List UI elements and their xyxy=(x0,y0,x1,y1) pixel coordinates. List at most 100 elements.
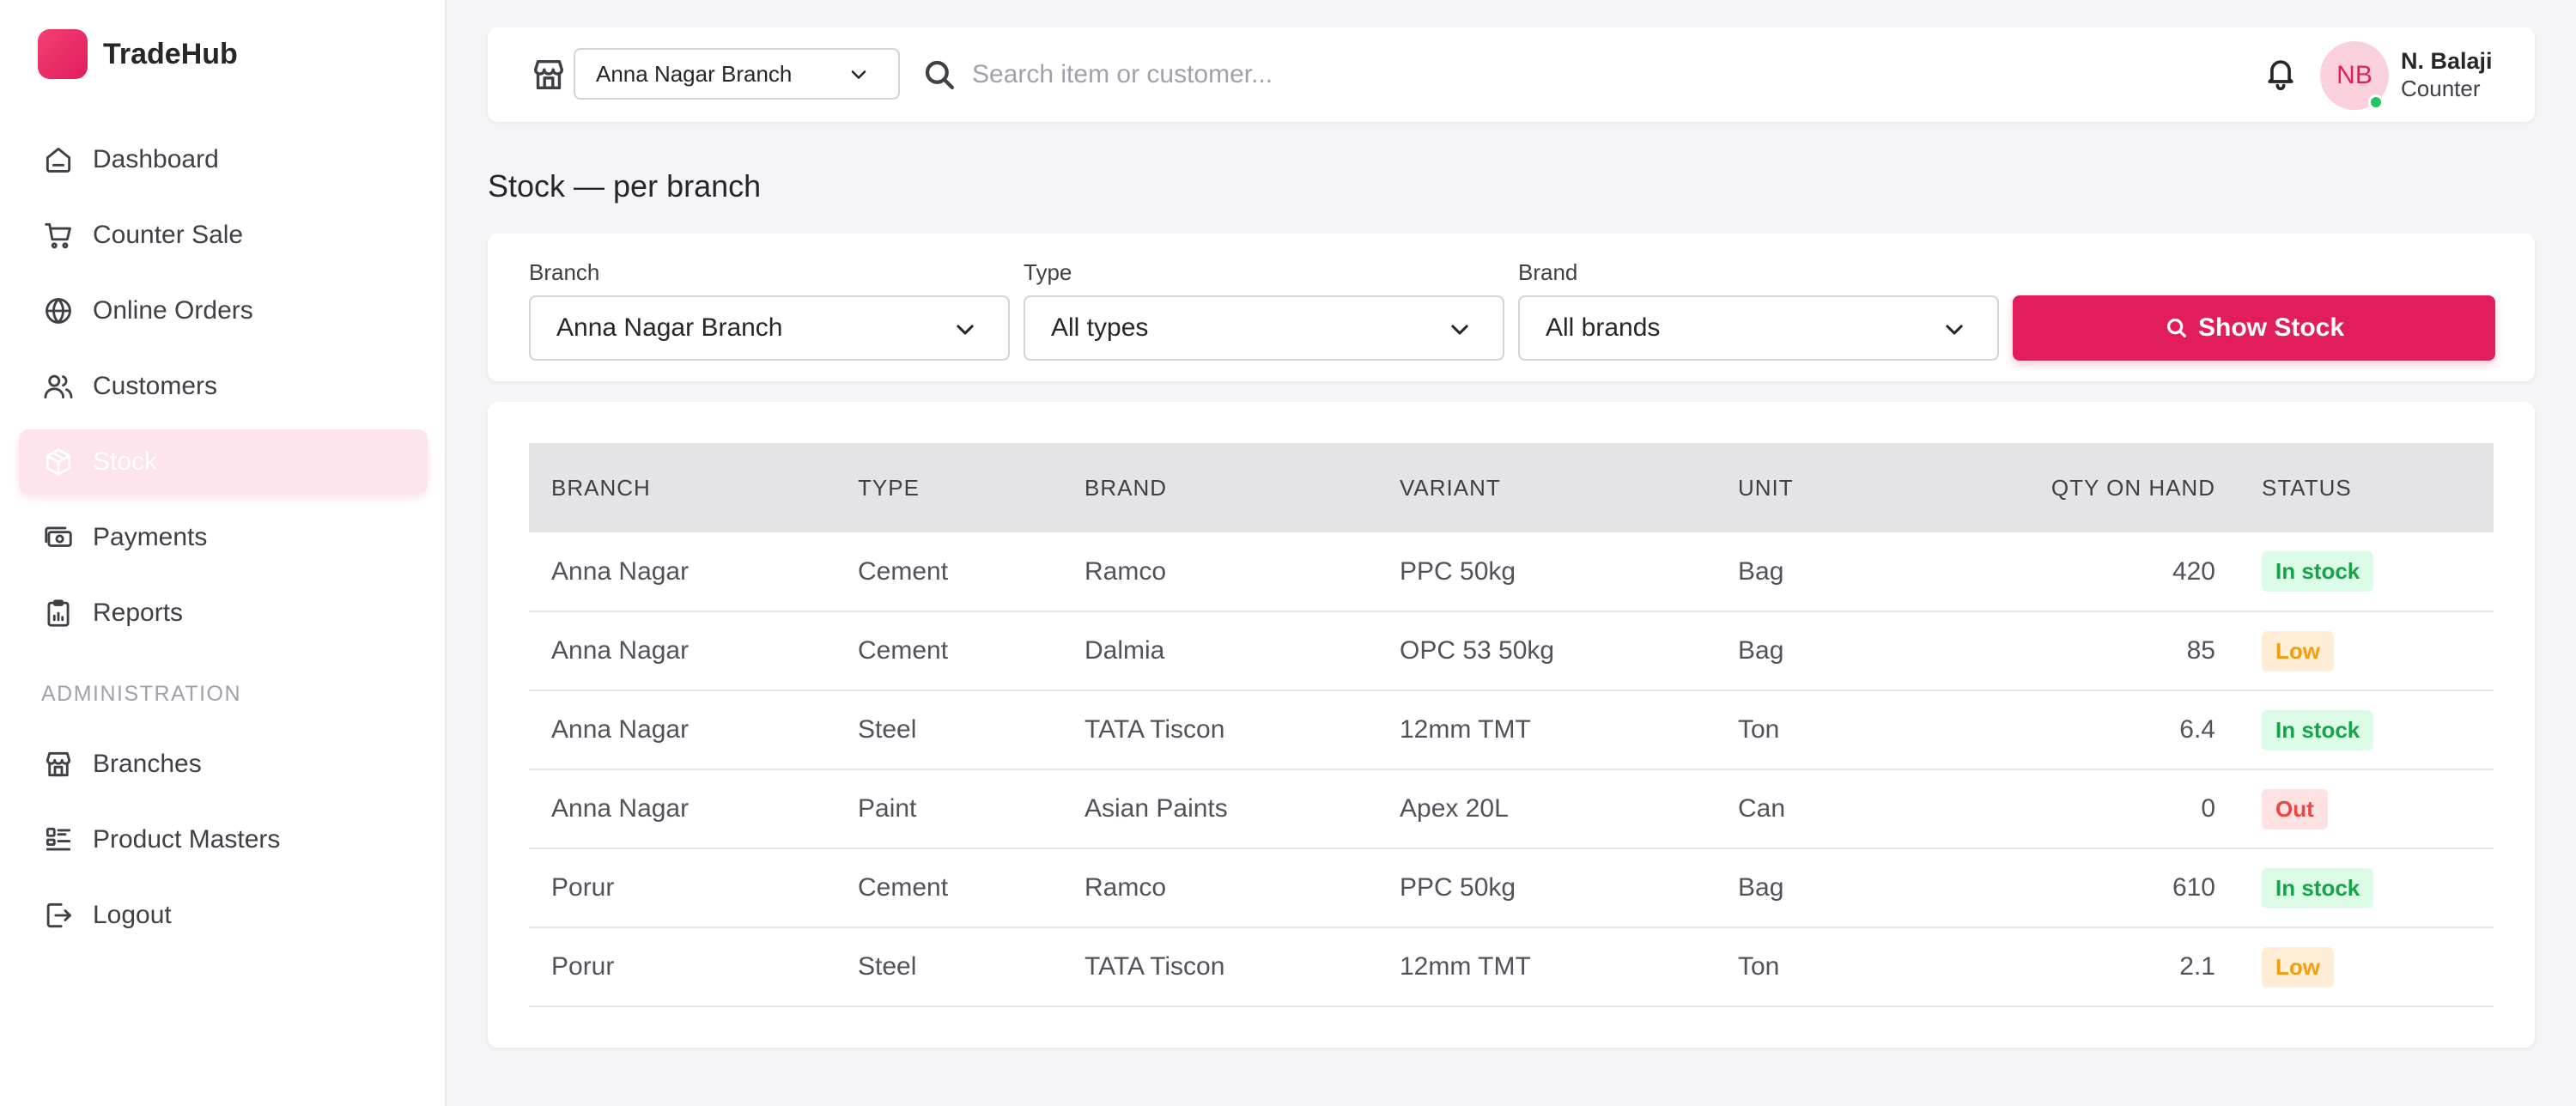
chevron-down-icon xyxy=(953,318,977,342)
sidebar-item-online-orders[interactable]: Online Orders xyxy=(19,278,428,343)
branch-switcher-select[interactable]: Anna Nagar Branch xyxy=(574,48,900,100)
brand-name: TradeHub xyxy=(103,37,238,70)
branch-filter-value: Anna Nagar Branch xyxy=(556,313,783,342)
stock-table-card: BRANCH TYPE BRAND VARIANT UNIT QTY ON HA… xyxy=(488,402,2535,1048)
chevron-down-icon xyxy=(1942,318,1966,342)
page-title: Stock — per branch xyxy=(488,168,762,204)
table-row[interactable]: Anna Nagar Cement Dalmia OPC 53 50kg Bag… xyxy=(529,611,2494,690)
table-row[interactable]: Porur Cement Ramco PPC 50kg Bag 610 In s… xyxy=(529,848,2494,927)
status-badge: Low xyxy=(2262,630,2334,672)
store-icon xyxy=(529,55,568,94)
sidebar-item-label: Stock xyxy=(93,447,158,476)
cell-qty: 85 xyxy=(2186,636,2215,665)
chevron-down-icon xyxy=(848,64,869,85)
cell-type: Steel xyxy=(858,952,917,981)
status-badge: In stock xyxy=(2262,551,2374,592)
branch-filter-select[interactable]: Anna Nagar Branch xyxy=(529,295,1010,361)
cell-type: Cement xyxy=(858,556,949,586)
sidebar-item-counter-sale[interactable]: Counter Sale xyxy=(19,203,428,268)
cell-variant: PPC 50kg xyxy=(1400,556,1516,586)
cell-branch: Anna Nagar xyxy=(551,636,690,665)
brand-filter-value: All brands xyxy=(1546,313,1661,342)
status-badge: Low xyxy=(2262,946,2334,988)
show-stock-label: Show Stock xyxy=(2197,313,2345,342)
brand-filter-select[interactable]: All brands xyxy=(1518,295,1999,361)
search-icon xyxy=(921,57,957,93)
type-filter-label: Type xyxy=(1024,259,1072,285)
brand[interactable]: TradeHub xyxy=(38,29,238,79)
globe-icon xyxy=(41,294,76,328)
column-header-status[interactable]: STATUS xyxy=(2239,443,2494,532)
logout-icon xyxy=(41,898,76,933)
column-header-unit[interactable]: UNIT xyxy=(1716,443,1989,532)
cell-unit: Bag xyxy=(1738,636,1784,665)
bell-icon[interactable] xyxy=(2262,53,2300,91)
table-row[interactable]: Anna Nagar Cement Ramco PPC 50kg Bag 420… xyxy=(529,532,2494,611)
cell-brand: Dalmia xyxy=(1084,636,1165,665)
table-row[interactable]: Anna Nagar Steel TATA Tiscon 12mm TMT To… xyxy=(529,690,2494,769)
sidebar-item-customers[interactable]: Customers xyxy=(19,354,428,419)
column-header-brand[interactable]: BRAND xyxy=(1062,443,1377,532)
home-icon xyxy=(41,143,76,177)
search-icon xyxy=(2164,315,2190,341)
sidebar-item-dashboard[interactable]: Dashboard xyxy=(19,127,428,192)
cell-status: Out xyxy=(2239,769,2494,848)
sidebar-item-label: Customers xyxy=(93,372,218,400)
sidebar: TradeHub Dashboard Counter Sale Online O… xyxy=(0,0,447,1106)
users-icon xyxy=(41,369,76,404)
status-badge: In stock xyxy=(2262,709,2374,750)
cell-variant: 12mm TMT xyxy=(1400,952,1531,981)
user-name: N. Balaji xyxy=(2401,48,2493,74)
sidebar-item-product-masters[interactable]: Product Masters xyxy=(19,807,428,872)
cell-branch: Anna Nagar xyxy=(551,794,690,823)
online-status-dot xyxy=(2368,94,2384,110)
cell-unit: Ton xyxy=(1738,952,1780,981)
table-row[interactable]: Anna Nagar Paint Asian Paints Apex 20L C… xyxy=(529,769,2494,848)
sidebar-item-reports[interactable]: Reports xyxy=(19,580,428,646)
sidebar-item-label: Online Orders xyxy=(93,296,253,325)
cell-type: Paint xyxy=(858,794,917,823)
cell-brand: Ramco xyxy=(1084,873,1167,902)
sidebar-item-label: Counter Sale xyxy=(93,221,244,249)
cell-status: In stock xyxy=(2239,690,2494,769)
column-header-variant[interactable]: VARIANT xyxy=(1377,443,1716,532)
cell-status: Low xyxy=(2239,927,2494,1006)
cell-unit: Bag xyxy=(1738,873,1784,902)
sidebar-item-label: Reports xyxy=(93,599,184,627)
brand-logo xyxy=(38,29,88,79)
cell-branch: Anna Nagar xyxy=(551,715,690,744)
brand-filter-label: Brand xyxy=(1518,259,1578,285)
column-header-branch[interactable]: BRANCH xyxy=(529,443,835,532)
cell-qty: 610 xyxy=(2172,873,2215,902)
sidebar-item-label: Dashboard xyxy=(93,145,219,173)
status-badge: Out xyxy=(2262,788,2328,830)
cell-unit: Can xyxy=(1738,794,1786,823)
branch-switcher-value: Anna Nagar Branch xyxy=(596,60,793,87)
search-input[interactable] xyxy=(972,52,1745,98)
cell-qty: 6.4 xyxy=(2179,715,2215,744)
show-stock-button[interactable]: Show Stock xyxy=(2013,295,2495,361)
list-icon xyxy=(41,823,76,857)
chevron-down-icon xyxy=(1448,318,1472,342)
table-row[interactable]: Porur Steel TATA Tiscon 12mm TMT Ton 2.1… xyxy=(529,927,2494,1006)
clipboard-chart-icon xyxy=(41,596,76,630)
topbar: Anna Nagar Branch NB N. Balaji Counter xyxy=(488,27,2535,122)
cell-brand: Asian Paints xyxy=(1084,794,1228,823)
type-filter-select[interactable]: All types xyxy=(1024,295,1504,361)
sidebar-item-logout[interactable]: Logout xyxy=(19,883,428,948)
cell-type: Steel xyxy=(858,715,917,744)
sidebar-item-stock[interactable]: Stock xyxy=(19,429,428,495)
cell-qty: 0 xyxy=(2201,794,2215,823)
store-icon xyxy=(41,747,76,781)
filter-card: Branch Anna Nagar Branch Type All types … xyxy=(488,234,2535,381)
sidebar-item-label: Logout xyxy=(93,901,172,929)
column-header-qty-on-hand[interactable]: QTY ON HAND xyxy=(1989,443,2239,532)
cell-brand: TATA Tiscon xyxy=(1084,715,1225,744)
cell-status: Low xyxy=(2239,611,2494,690)
cell-unit: Bag xyxy=(1738,556,1784,586)
column-header-type[interactable]: TYPE xyxy=(835,443,1062,532)
avatar-initials: NB xyxy=(2336,61,2372,89)
sidebar-item-payments[interactable]: Payments xyxy=(19,505,428,570)
sidebar-item-branches[interactable]: Branches xyxy=(19,732,428,797)
branch-filter-label: Branch xyxy=(529,259,600,285)
